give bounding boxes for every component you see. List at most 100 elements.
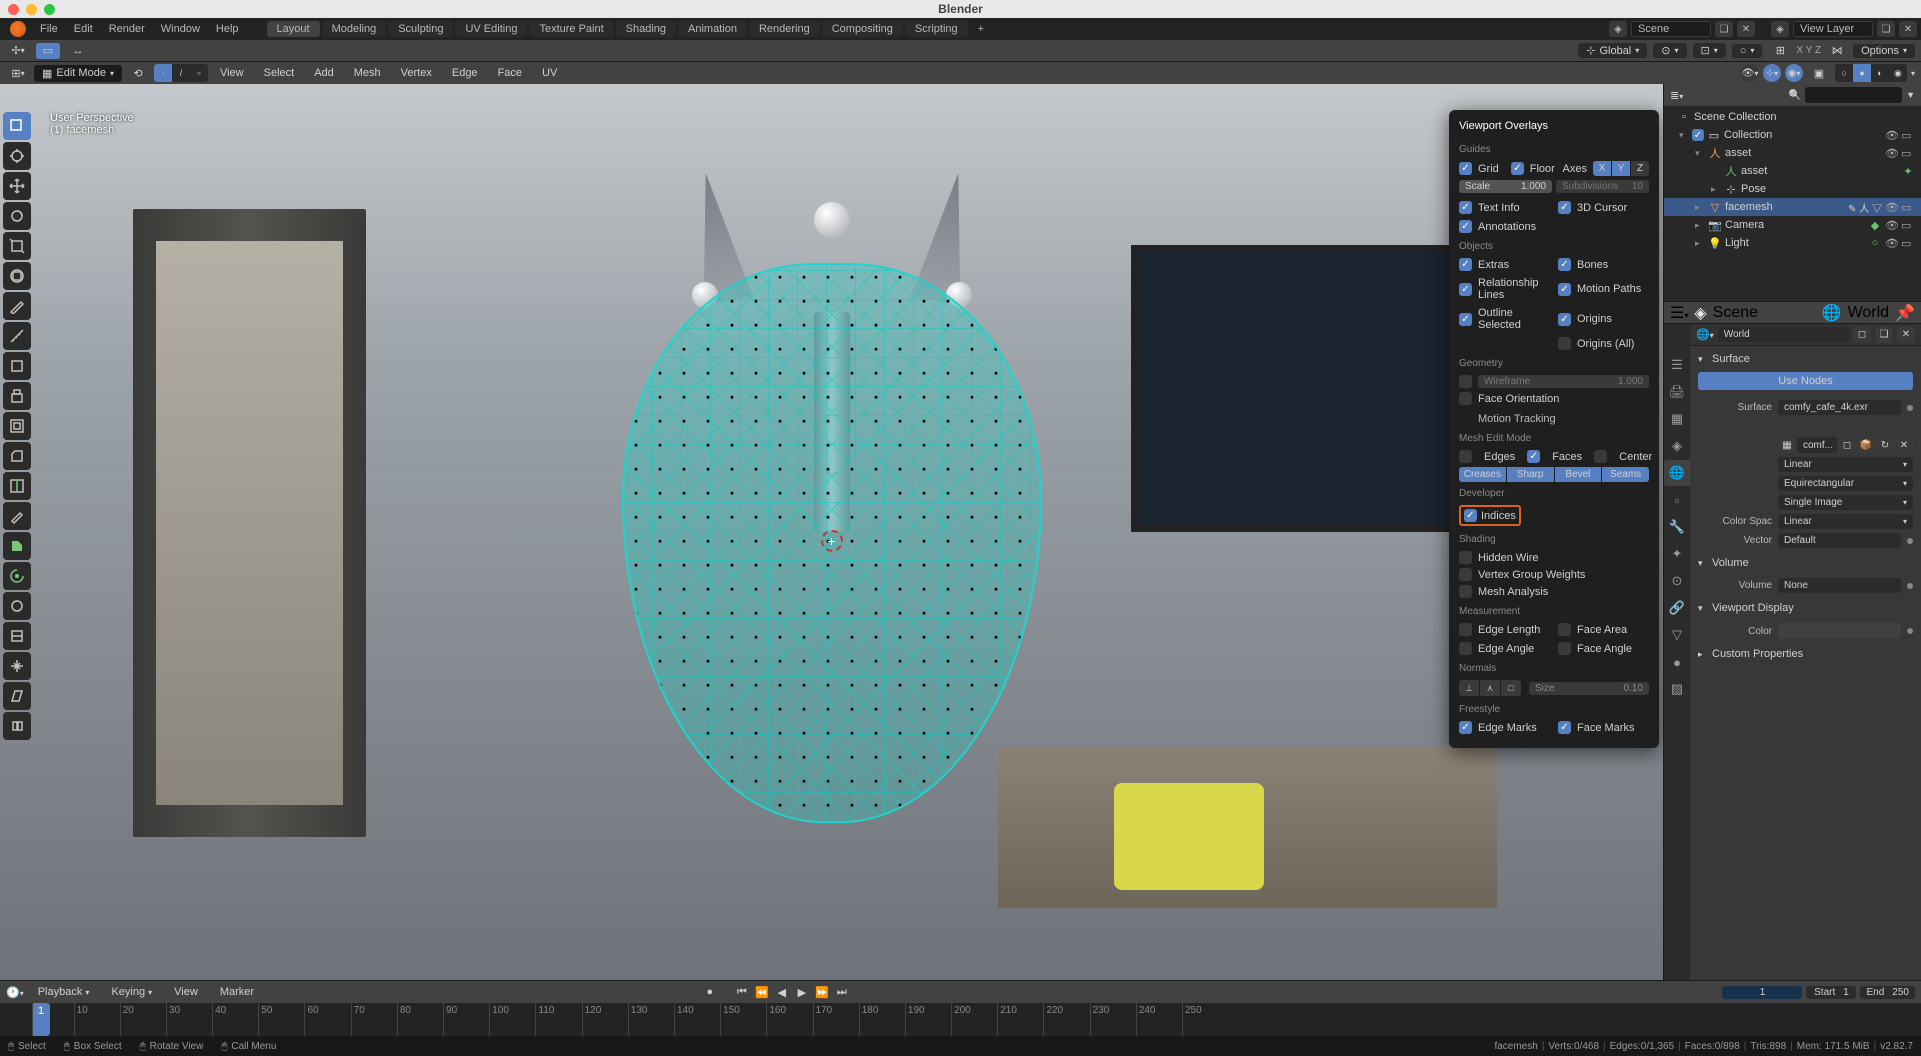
- blender-logo-icon[interactable]: [10, 21, 26, 37]
- tool-loopcut[interactable]: [3, 472, 31, 500]
- solid-shading-icon[interactable]: ●: [1853, 64, 1871, 82]
- maximize-window-icon[interactable]: [44, 4, 55, 15]
- wireframe-field[interactable]: Wireframe1.000: [1478, 375, 1649, 388]
- panel-surface-header[interactable]: ▾Surface: [1690, 350, 1921, 368]
- prop-tab-output[interactable]: 🖨: [1664, 379, 1690, 405]
- prop-tab-render[interactable]: ☰: [1664, 352, 1690, 378]
- menu-edit[interactable]: Edit: [66, 23, 101, 35]
- tab-compositing[interactable]: Compositing: [822, 21, 903, 37]
- colorspace-field[interactable]: Linear▾: [1778, 514, 1913, 529]
- cursor3d-checkbox[interactable]: ✓: [1558, 201, 1571, 214]
- prop-tab-object[interactable]: ▫: [1664, 487, 1690, 513]
- bevel-button[interactable]: Bevel: [1555, 467, 1602, 482]
- autokey-icon[interactable]: ●: [701, 984, 719, 1000]
- tl-marker[interactable]: Marker: [212, 984, 262, 1000]
- seams-button[interactable]: Seams: [1602, 467, 1649, 482]
- props-type-icon[interactable]: ☰▾: [1670, 303, 1688, 323]
- start-frame-field[interactable]: Start 1: [1806, 986, 1856, 999]
- tree-camera[interactable]: ▸📷Camera ◆ 👁▭: [1664, 216, 1921, 234]
- tool-rotate[interactable]: [3, 202, 31, 230]
- tool-scale[interactable]: [3, 232, 31, 260]
- tab-shading[interactable]: Shading: [616, 21, 676, 37]
- tree-scene-collection[interactable]: ▫Scene Collection: [1664, 108, 1921, 126]
- outline-sel-checkbox[interactable]: ✓: [1459, 313, 1472, 326]
- current-frame-field[interactable]: 1: [1722, 986, 1802, 999]
- origins-checkbox[interactable]: ✓: [1558, 313, 1571, 326]
- tool-extrude[interactable]: [3, 382, 31, 410]
- tab-scripting[interactable]: Scripting: [905, 21, 968, 37]
- scene-del-icon[interactable]: ✕: [1737, 21, 1755, 37]
- tool-shrink[interactable]: [3, 652, 31, 680]
- mesh-analysis-checkbox[interactable]: [1459, 585, 1472, 598]
- tool-select-box[interactable]: [3, 112, 31, 140]
- subdiv-field[interactable]: Subdivisions10: [1556, 180, 1649, 193]
- minimize-window-icon[interactable]: [26, 4, 37, 15]
- keyframe-dot-icon[interactable]: [1907, 583, 1913, 589]
- tab-animation[interactable]: Animation: [678, 21, 747, 37]
- single-field[interactable]: Single Image▾: [1778, 495, 1913, 510]
- xray-icon[interactable]: ▣: [1807, 65, 1831, 81]
- close-window-icon[interactable]: [8, 4, 19, 15]
- editor-type-icon[interactable]: ⊞▾: [6, 65, 30, 81]
- outliner-type-icon[interactable]: ≣▾: [1670, 89, 1683, 102]
- prop-tab-material[interactable]: ●: [1664, 649, 1690, 675]
- jump-prev-key-icon[interactable]: ⏪: [753, 984, 771, 1000]
- viewlayer-new-icon[interactable]: ❏: [1877, 21, 1895, 37]
- proj-field[interactable]: Equirectangular▾: [1778, 476, 1913, 491]
- timeline-type-icon[interactable]: 🕐▾: [6, 986, 24, 999]
- face-orient-checkbox[interactable]: [1459, 392, 1472, 405]
- faces-checkbox[interactable]: ✓: [1527, 450, 1540, 463]
- tex-del-icon[interactable]: ✕: [1895, 437, 1913, 453]
- tool-bevel[interactable]: [3, 442, 31, 470]
- creases-button[interactable]: Creases: [1459, 467, 1506, 482]
- tab-layout[interactable]: Layout: [267, 21, 320, 37]
- axis-x-button[interactable]: X: [1593, 161, 1611, 176]
- menu-uv[interactable]: UV: [534, 65, 565, 81]
- edges-checkbox[interactable]: [1459, 450, 1472, 463]
- tool-shear[interactable]: [3, 682, 31, 710]
- normal-split-icon[interactable]: ⋏: [1480, 680, 1500, 696]
- tree-light[interactable]: ▸💡Light ○ 👁▭: [1664, 234, 1921, 252]
- tool-rip[interactable]: [3, 712, 31, 740]
- bones-checkbox[interactable]: ✓: [1558, 258, 1571, 271]
- tex-name-field[interactable]: comf...: [1797, 437, 1837, 453]
- center-checkbox[interactable]: [1594, 450, 1607, 463]
- tab-texture-paint[interactable]: Texture Paint: [529, 21, 613, 37]
- mesh-display-icon[interactable]: ⊞: [1768, 43, 1792, 59]
- tree-pose[interactable]: ▸⊹Pose: [1664, 180, 1921, 198]
- mode-cycle-icon[interactable]: ⟲: [126, 65, 150, 81]
- collection-enable-checkbox[interactable]: ✓: [1692, 129, 1704, 141]
- edge-angle-checkbox[interactable]: [1459, 642, 1472, 655]
- outliner-search-input[interactable]: [1805, 87, 1902, 103]
- face-marks-checkbox[interactable]: ✓: [1558, 721, 1571, 734]
- normal-size-field[interactable]: Size0.10: [1529, 682, 1649, 695]
- wireframe-checkbox[interactable]: [1459, 375, 1472, 388]
- menu-select[interactable]: Select: [256, 65, 303, 81]
- edge-len-checkbox[interactable]: [1459, 623, 1472, 636]
- hidden-wire-checkbox[interactable]: [1459, 551, 1472, 564]
- move-tool-icon[interactable]: ↔: [66, 43, 90, 59]
- prop-tab-scene[interactable]: ◈: [1664, 433, 1690, 459]
- viewlayer-del-icon[interactable]: ✕: [1899, 21, 1917, 37]
- world-browse-icon[interactable]: 🌐▾: [1696, 328, 1714, 341]
- tex-browse-icon[interactable]: ▦: [1778, 437, 1796, 453]
- matprev-shading-icon[interactable]: ◐: [1871, 64, 1889, 82]
- tool-annotate[interactable]: [3, 292, 31, 320]
- vgw-checkbox[interactable]: [1459, 568, 1472, 581]
- annotations-checkbox[interactable]: ✓: [1459, 220, 1472, 233]
- tool-spin[interactable]: [3, 562, 31, 590]
- world-name-field[interactable]: World: [1718, 327, 1849, 342]
- tab-uv-editing[interactable]: UV Editing: [455, 21, 527, 37]
- gizmo-toggle-icon[interactable]: ⊹▾: [1763, 64, 1781, 82]
- interp-field[interactable]: Linear▾: [1778, 457, 1913, 472]
- proportional-dropdown[interactable]: ○ ▾: [1732, 44, 1763, 58]
- motion-paths-checkbox[interactable]: ✓: [1558, 283, 1571, 296]
- tree-facemesh[interactable]: ▸▽facemesh ✎ 人 ▽ 👁▭: [1664, 198, 1921, 216]
- color-field[interactable]: [1778, 623, 1901, 639]
- eye-icon[interactable]: 👁: [1885, 201, 1899, 214]
- eye-icon[interactable]: 👁: [1885, 147, 1899, 160]
- jump-next-key-icon[interactable]: ⏩: [813, 984, 831, 1000]
- menu-add[interactable]: Add: [306, 65, 342, 81]
- vector-field[interactable]: Default: [1778, 533, 1901, 548]
- face-angle-checkbox[interactable]: [1558, 642, 1571, 655]
